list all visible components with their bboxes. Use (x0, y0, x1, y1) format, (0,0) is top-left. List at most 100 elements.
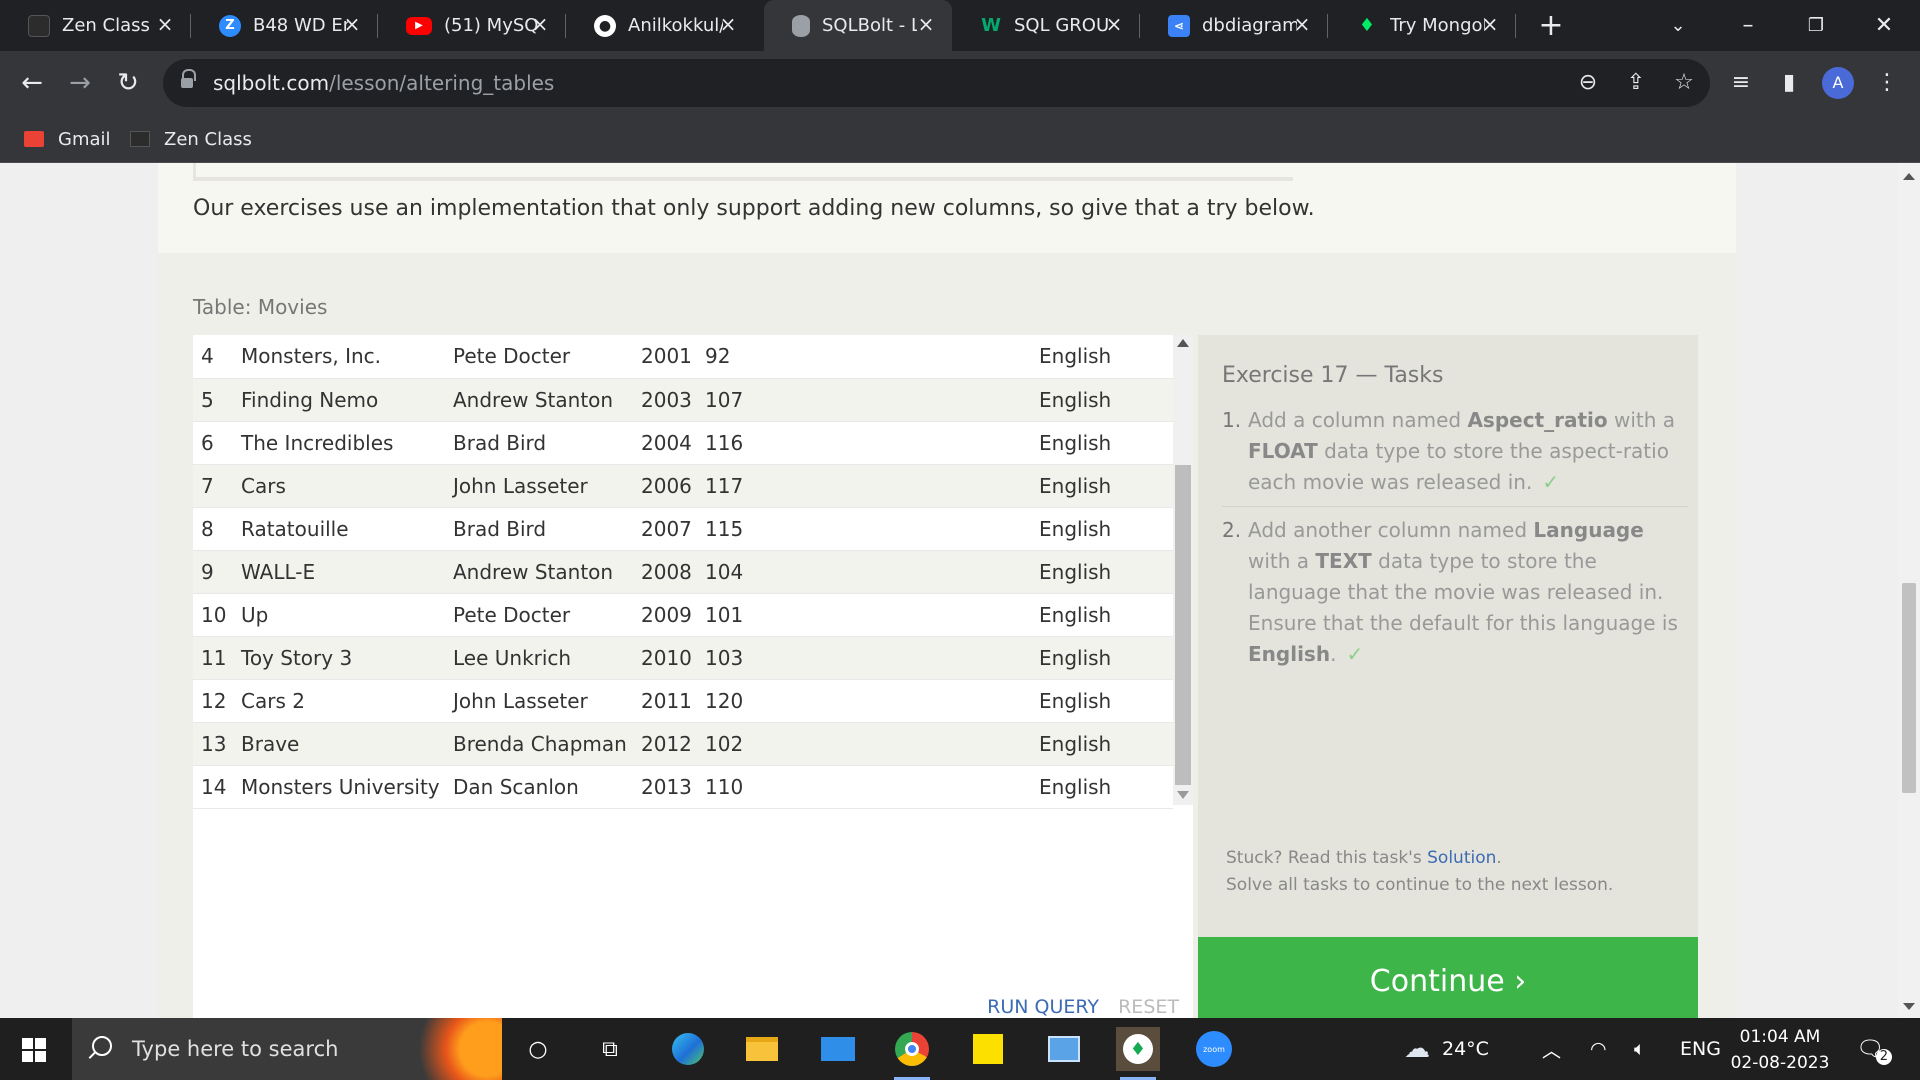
bookmark-label: Gmail (58, 128, 111, 150)
exercise-area: Table: Movies 4 Monsters, Inc. Pete Docter… (158, 253, 1736, 1018)
w3schools-favicon: W (981, 15, 1001, 36)
table-row: 8 Ratatouille Brad Bird 2007 115 English (193, 507, 1173, 550)
chrome-icon[interactable] (890, 1027, 934, 1080)
file-explorer-icon[interactable] (740, 1027, 784, 1071)
mail-icon[interactable] (816, 1027, 860, 1071)
tab-dbdiagram[interactable]: ⋖ dbdiagram. × (1140, 0, 1328, 51)
cortana-icon[interactable]: ○ (516, 1027, 560, 1071)
table-scrollbar[interactable] (1173, 335, 1193, 805)
bookmark-gmail[interactable]: Gmail (24, 115, 111, 163)
tab-zen-class[interactable]: Zen Class × (0, 0, 191, 51)
reset-button[interactable]: RESET (1118, 996, 1179, 1018)
tasks-panel: Exercise 17 — Tasks 1. Add a column named… (1198, 335, 1698, 937)
close-icon[interactable]: × (1104, 14, 1124, 34)
task-keyword: Language (1533, 518, 1644, 542)
query-editor[interactable]: RUN QUERY RESET (193, 822, 1193, 1018)
zoom-icon[interactable]: ⊖ (1573, 68, 1603, 98)
scroll-down-arrow-icon[interactable] (1903, 1003, 1915, 1010)
weather-widget[interactable]: ☁ 24°C (1404, 1018, 1489, 1080)
cell-length: 101 (705, 602, 744, 627)
cell-length: 120 (705, 688, 744, 713)
cell-id: 8 (201, 516, 214, 541)
page-scroll-thumb[interactable] (1902, 583, 1916, 793)
bookmark-star-icon[interactable]: ☆ (1669, 68, 1699, 98)
cell-id: 10 (201, 602, 227, 627)
tab-mongodb[interactable]: ♦ Try MongoD × (1328, 0, 1516, 51)
minimize-button[interactable]: – (1728, 8, 1768, 44)
tab-w3schools[interactable]: W SQL GROUP × (952, 0, 1140, 51)
clock-date: 02-08-2023 (1730, 1053, 1830, 1073)
profile-avatar[interactable]: A (1822, 67, 1854, 99)
close-icon[interactable]: × (1292, 14, 1312, 34)
search-icon (92, 1036, 112, 1056)
address-bar[interactable]: sqlbolt.com/lesson/altering_tables ⊖ ⇪ ☆ (163, 59, 1710, 107)
back-arrow-icon[interactable]: ← (14, 65, 50, 101)
cell-length: 116 (705, 430, 744, 455)
notifications-icon[interactable]: 🗨︎ 2 (1856, 1018, 1892, 1080)
tab-title: SQL GROUP (1014, 15, 1109, 36)
cell-language: English (1039, 430, 1112, 455)
scroll-up-arrow-icon[interactable] (1177, 339, 1189, 347)
forward-arrow-icon[interactable]: → (62, 65, 98, 101)
movies-table-container[interactable]: 4 Monsters, Inc. Pete Docter 2001 92 English 5… (193, 335, 1193, 822)
windows-start-icon[interactable] (22, 1038, 46, 1062)
close-icon[interactable]: × (342, 14, 362, 34)
task-keyword: FLOAT (1248, 439, 1318, 463)
control-panel-icon[interactable] (1042, 1027, 1086, 1071)
run-query-button[interactable]: RUN QUERY (987, 996, 1099, 1018)
close-icon[interactable]: × (718, 14, 738, 34)
tab-search-chevron-icon[interactable]: ⌄ (1658, 8, 1698, 44)
cell-length: 115 (705, 516, 744, 541)
share-icon[interactable]: ⇪ (1621, 68, 1651, 98)
tab-zoom[interactable]: Z B48 WD Eng × (191, 0, 378, 51)
network-wifi-icon[interactable]: ◠ (1590, 1018, 1607, 1080)
task-number: 1. (1222, 408, 1242, 432)
cell-length: 92 (705, 344, 731, 369)
scroll-down-arrow-icon[interactable] (1177, 791, 1189, 799)
continue-button[interactable]: Continue › (1198, 937, 1698, 1018)
close-icon[interactable]: × (916, 14, 936, 34)
close-icon[interactable]: × (155, 14, 175, 34)
zoom-app-icon[interactable]: zoom (1192, 1027, 1236, 1071)
sticky-notes-icon[interactable] (966, 1027, 1010, 1071)
cell-title: Up (241, 602, 269, 627)
mongodb-compass-icon[interactable]: ♦ (1116, 1027, 1160, 1080)
cell-language: English (1039, 387, 1112, 412)
tab-github[interactable]: ● Anilkokkul/ × (566, 0, 754, 51)
bookmarks-bar: Gmail Zen Class (0, 115, 1920, 163)
media-control-icon[interactable]: ≡ (1724, 66, 1758, 100)
task-keyword: Aspect_ratio (1467, 408, 1608, 432)
close-icon[interactable]: × (1480, 14, 1500, 34)
tab-sqlbolt[interactable]: SQLBolt - Le × (764, 0, 952, 51)
reload-icon[interactable]: ↻ (110, 65, 146, 101)
edge-browser-icon[interactable] (666, 1027, 710, 1071)
input-language[interactable]: ENG (1680, 1018, 1721, 1080)
tab-youtube[interactable]: ▶ (51) MySQL × (378, 0, 566, 51)
task-keyword: TEXT (1315, 549, 1372, 573)
taskbar-search-box[interactable]: Type here to search (72, 1018, 502, 1080)
bookmark-label: Zen Class (164, 128, 252, 150)
menu-kebab-icon[interactable]: ⋮ (1870, 66, 1904, 100)
table-scroll-thumb[interactable] (1175, 465, 1191, 785)
exercise-title: Exercise 17 — Tasks (1222, 363, 1444, 388)
cell-id: 4 (201, 344, 214, 369)
show-hidden-icons-chevron-icon[interactable]: ︿ (1542, 1018, 1561, 1080)
page-viewport: Our exercises use an implementation that… (0, 163, 1920, 1018)
cell-id: 12 (201, 688, 227, 713)
close-icon[interactable]: × (530, 14, 550, 34)
side-panel-icon[interactable]: ▮ (1772, 66, 1806, 100)
system-clock[interactable]: 01:04 AM 02-08-2023 (1725, 1024, 1835, 1076)
windows-taskbar: Type here to search ○ ⧉ ♦ zoom ☁ 24°C ︿ … (0, 1018, 1920, 1080)
new-tab-button[interactable]: + (1535, 10, 1567, 42)
url-text[interactable]: sqlbolt.com/lesson/altering_tables (213, 71, 554, 95)
browser-toolbar: ← → ↻ sqlbolt.com/lesson/altering_tables… (0, 51, 1920, 115)
scroll-up-arrow-icon[interactable] (1903, 173, 1915, 180)
cell-language: English (1039, 473, 1112, 498)
solution-link[interactable]: Solution (1427, 848, 1496, 868)
close-window-button[interactable]: ✕ (1864, 8, 1904, 44)
task-view-icon[interactable]: ⧉ (588, 1027, 632, 1071)
volume-icon[interactable]: 🔈︎ (1634, 1018, 1645, 1080)
page-scrollbar[interactable] (1898, 163, 1920, 1018)
restore-button[interactable]: ❐ (1796, 8, 1836, 44)
bookmark-zen-class[interactable]: Zen Class (130, 115, 252, 163)
